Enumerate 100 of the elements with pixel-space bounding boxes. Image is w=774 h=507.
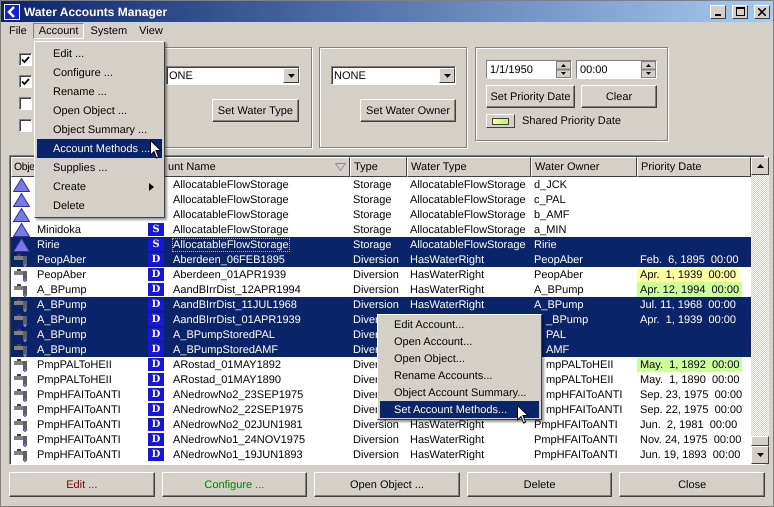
clear-button[interactable]: Clear <box>581 85 657 108</box>
set-water-type-button[interactable]: Set Water Type <box>212 99 299 122</box>
account-name[interactable]: AllocatableFlowStorage <box>173 238 289 250</box>
action-button[interactable]: Delete <box>466 472 612 497</box>
account-badge: S <box>148 238 164 251</box>
window-title: Water Accounts Manager <box>24 4 168 18</box>
close-button[interactable] <box>754 4 770 18</box>
table-cell: a_MIN <box>534 224 566 236</box>
account-name[interactable]: ARostad_01MAY1892 <box>173 358 282 370</box>
spinner-icon[interactable] <box>641 61 656 78</box>
account-badge: D <box>148 283 164 296</box>
menu-item[interactable]: Rename ... <box>37 82 162 101</box>
account-name[interactable]: ANedrowNo2_22SEP1975 <box>173 404 304 416</box>
account-name[interactable]: AandBIrrDist_12APR1994 <box>173 284 301 296</box>
action-button[interactable]: Close <box>619 472 765 497</box>
scroll-down-button[interactable] <box>751 446 769 464</box>
account-name[interactable]: A_BPumpStoredPAL <box>173 328 275 340</box>
menu-item[interactable]: Object Summary ... <box>37 120 162 139</box>
menu-item[interactable]: File <box>3 23 33 39</box>
menu-item[interactable]: Open Object... <box>380 350 539 367</box>
table-cell: Storage <box>353 238 392 250</box>
menu-item[interactable]: System <box>84 23 134 39</box>
checkbox[interactable] <box>19 97 32 110</box>
object-name: PeopAber <box>37 268 86 280</box>
account-badge: D <box>148 313 164 326</box>
menu-item[interactable]: Edit ... <box>37 44 162 63</box>
menu-item[interactable]: Create <box>37 177 162 196</box>
action-button[interactable]: Edit ... <box>9 472 155 497</box>
table-cell: Storage <box>353 178 392 190</box>
spinner-icon[interactable] <box>556 61 571 78</box>
table-cell: Diversion <box>353 448 399 460</box>
table-cell: HasWaterRight <box>410 448 484 460</box>
menu-item[interactable]: Account Methods ... <box>37 139 162 158</box>
account-name[interactable]: A_BPumpStoredAMF <box>173 344 278 356</box>
account-name[interactable]: AllocatableFlowStorage <box>173 194 289 206</box>
object-name: A_BPump <box>37 344 87 356</box>
table-cell: PmpHFAIToANTI <box>534 418 618 430</box>
color-swatch-icon[interactable] <box>486 114 515 128</box>
checkbox[interactable] <box>19 119 32 132</box>
menu-item[interactable]: Set Account Methods... <box>380 401 539 418</box>
column-header[interactable]: Water Type <box>407 157 531 177</box>
account-name[interactable]: AllocatableFlowStorage <box>173 224 289 236</box>
set-priority-date-button[interactable]: Set Priority Date <box>486 85 575 108</box>
menu-item[interactable]: Object Account Summary... <box>380 384 539 401</box>
menu-item[interactable]: View <box>133 23 169 39</box>
table-cell: _BPump <box>546 314 588 326</box>
object-name: PmpHFAIToANTI <box>37 434 121 446</box>
object-name: PmpPALToHEII <box>37 374 112 386</box>
table-cell: c_PAL <box>534 194 566 206</box>
account-name[interactable]: ANedrowNo1_19JUN1893 <box>173 448 303 460</box>
scroll-thumb[interactable] <box>751 436 769 446</box>
account-name[interactable]: ANedrowNo2_02JUN1981 <box>173 418 303 430</box>
water-type-dropdown[interactable]: ONE <box>166 66 300 85</box>
table-cell: Ririe <box>534 238 557 250</box>
account-name[interactable]: Aberdeen_01APR1939 <box>173 268 286 280</box>
faucet-icon <box>13 268 30 282</box>
account-name[interactable]: AandBIrrDist_11JUL1968 <box>173 298 297 310</box>
table-cell: Apr. 12, 1994 00:00 <box>637 282 742 297</box>
account-badge: S <box>148 223 164 236</box>
menu-item[interactable]: Account <box>32 23 84 39</box>
date-field[interactable]: 1/1/1950 <box>486 60 572 79</box>
checkbox[interactable] <box>19 75 32 88</box>
time-field[interactable]: 00:00 <box>576 60 657 79</box>
table-cell: Diver <box>353 344 379 356</box>
table-cell: Diversion <box>353 434 399 446</box>
menu-item[interactable]: Delete <box>37 196 162 215</box>
scrollbar[interactable] <box>751 157 769 464</box>
account-badge: D <box>148 388 164 401</box>
account-name[interactable]: Aberdeen_06FEB1895 <box>173 254 285 266</box>
table-cell: PmpHFAIToANTI <box>534 448 618 460</box>
water-owner-dropdown[interactable]: NONE <box>331 66 456 85</box>
faucet-icon <box>13 432 30 446</box>
menu-item[interactable]: Open Object ... <box>37 101 162 120</box>
menu-item[interactable]: Rename Accounts... <box>380 367 539 384</box>
action-button[interactable]: Open Object ... <box>314 472 460 497</box>
minimize-button[interactable] <box>710 4 726 18</box>
account-name[interactable]: ANedrowNo1_24NOV1975 <box>173 434 306 446</box>
scroll-up-button[interactable] <box>751 157 769 175</box>
table-cell: mpHFAIToANTI <box>546 388 622 400</box>
faucet-icon <box>13 298 30 312</box>
account-name[interactable]: ARostad_01MAY1890 <box>173 374 282 386</box>
triangle-icon <box>13 238 30 252</box>
faucet-icon <box>13 372 30 386</box>
account-name[interactable]: AandBIrrDist_01APR1939 <box>173 314 301 326</box>
menu-item[interactable]: Open Account... <box>380 333 539 350</box>
menu-item[interactable]: Configure ... <box>37 63 162 82</box>
table-cell: Diversion <box>353 418 399 430</box>
maximize-button[interactable] <box>732 4 748 18</box>
table-cell: May. 1, 1892 00:00 <box>637 357 742 372</box>
column-header[interactable]: Type <box>350 157 407 177</box>
table-cell-text: Sep. 22, 1975 00:00 <box>639 402 744 417</box>
menu-item[interactable]: Edit Account... <box>380 316 539 333</box>
set-water-owner-button[interactable]: Set Water Owner <box>360 99 456 122</box>
column-header[interactable]: Priority Date <box>637 157 751 177</box>
account-name[interactable]: AllocatableFlowStorage <box>173 178 289 190</box>
account-name[interactable]: ANedrowNo2_23SEP1975 <box>173 388 304 400</box>
checkbox[interactable] <box>19 53 32 66</box>
check-icon <box>21 78 30 86</box>
account-name[interactable]: AllocatableFlowStorage <box>173 208 289 220</box>
column-header[interactable]: Water Owner <box>531 157 637 177</box>
